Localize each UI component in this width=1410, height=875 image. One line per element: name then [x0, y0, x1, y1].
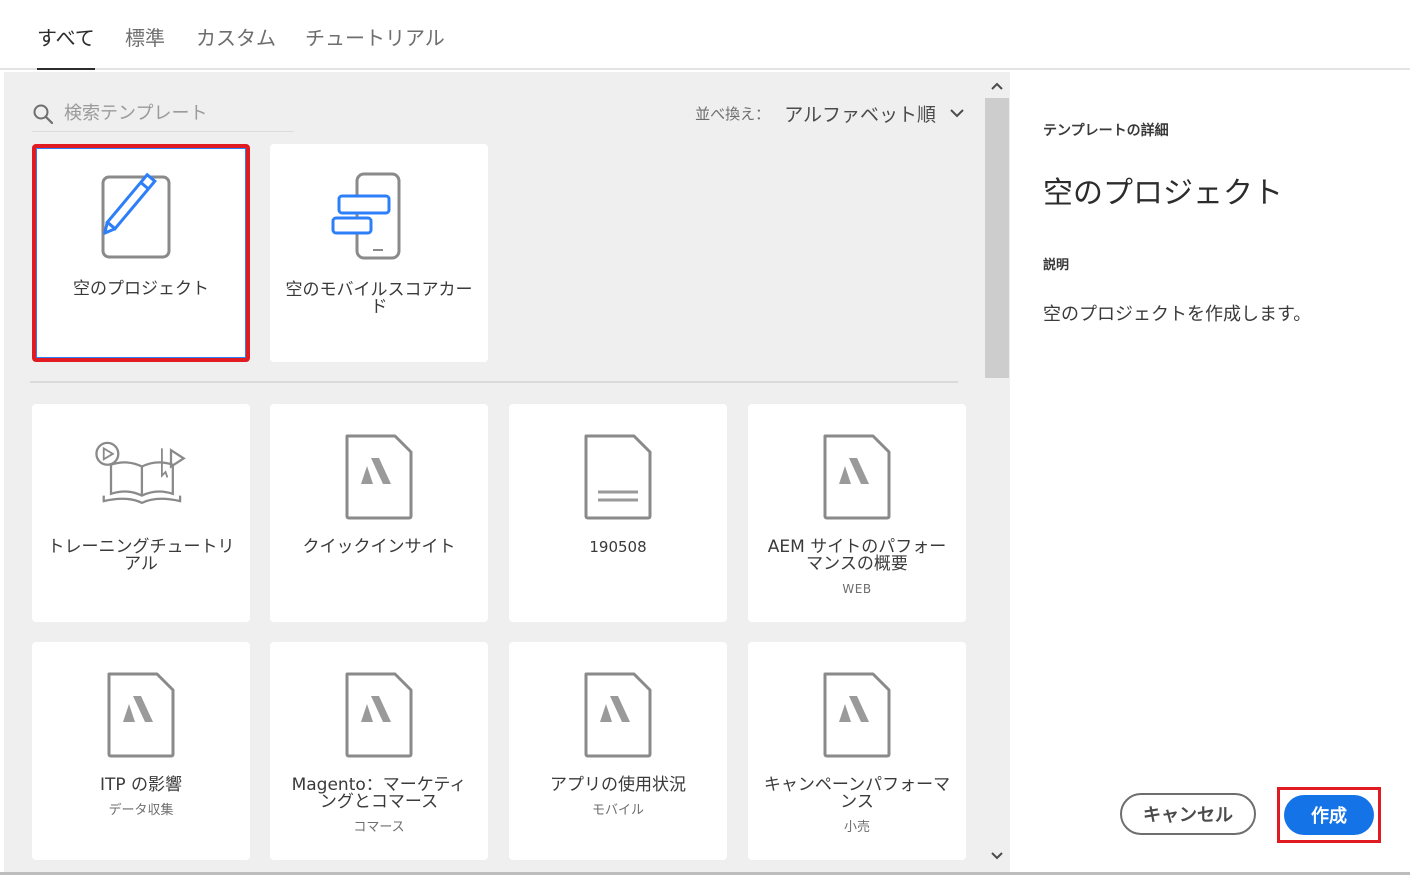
template-card-app-usage[interactable]: アプリの使用状況 モバイル: [509, 642, 727, 860]
card-title: アプリの使用状況 モバイル: [523, 777, 713, 819]
card-title: 空のモバイルスコアカード: [285, 280, 473, 317]
template-gallery: 並べ換え： アルファベット順 空のプロジェクト: [4, 72, 984, 872]
search-icon: [33, 104, 54, 124]
chevron-down-icon[interactable]: [950, 108, 964, 118]
card-title-text: ITP の影響: [99, 775, 183, 795]
search-box: [32, 96, 294, 132]
search-input[interactable]: [64, 103, 284, 124]
template-card-mobile-scorecard[interactable]: 空のモバイルスコアカード: [270, 144, 488, 362]
detail-title: 空のプロジェクト: [1043, 176, 1283, 211]
adobe-doc-icon: [329, 670, 429, 760]
mobile-scorecard-icon: [329, 172, 429, 262]
detail-description-label: 説明: [1043, 258, 1070, 273]
card-title: ITP の影響 データ収集: [46, 777, 236, 819]
template-tabbar: すべて 標準 カスタム チュートリアル: [0, 0, 1410, 70]
template-card-campaign-performance[interactable]: キャンペーンパフォーマンス 小売: [748, 642, 966, 860]
template-card-aem-site-performance[interactable]: AEM サイトのパフォーマンスの概要 WEB: [748, 404, 966, 622]
card-title: Magento：マーケティングとコマース コマース: [284, 777, 474, 836]
card-category: WEB: [842, 582, 872, 596]
card-title: クイックインサイト: [302, 537, 456, 557]
card-title: トレーニングチュートリアル: [47, 537, 235, 574]
create-button-highlight: 作成: [1277, 787, 1381, 843]
detail-description: 空のプロジェクトを作成します。: [1043, 304, 1312, 325]
blank-project-icon: [91, 172, 191, 262]
template-card-quick-insight[interactable]: クイックインサイト: [270, 404, 488, 622]
card-category: 小売: [843, 820, 870, 835]
chevron-up-icon[interactable]: [991, 82, 1003, 90]
chevron-down-icon[interactable]: [991, 852, 1003, 860]
card-title-text: キャンペーンパフォーマンス: [763, 775, 951, 812]
cancel-button[interactable]: キャンセル: [1120, 793, 1256, 835]
create-button[interactable]: 作成: [1284, 795, 1374, 835]
card-title: キャンペーンパフォーマンス 小売: [762, 777, 952, 836]
template-card-blank-project[interactable]: 空のプロジェクト: [32, 144, 250, 362]
adobe-doc-icon: [807, 670, 907, 760]
doc-icon: [568, 432, 668, 522]
card-title-text: AEM サイトのパフォーマンスの概要: [767, 537, 947, 574]
card-title: 190508: [589, 538, 647, 556]
tab-custom[interactable]: カスタム: [196, 22, 276, 70]
scroll-up-arrow[interactable]: [984, 74, 1010, 98]
template-card-190508[interactable]: 190508: [509, 404, 727, 622]
adobe-doc-icon: [329, 432, 429, 522]
section-divider: [30, 381, 958, 383]
card-category: データ収集: [108, 803, 174, 818]
tab-standard[interactable]: 標準: [125, 22, 165, 70]
tab-all[interactable]: すべて: [37, 22, 95, 70]
card-category: コマース: [353, 820, 405, 835]
card-title-text: Magento：マーケティングとコマース: [291, 775, 467, 812]
detail-heading: テンプレートの詳細: [1043, 123, 1169, 139]
scroll-down-arrow[interactable]: [984, 844, 1010, 868]
template-card-training-tutorial[interactable]: トレーニングチュートリアル: [32, 404, 250, 622]
scroll-thumb[interactable]: [985, 98, 1009, 378]
sort-dropdown[interactable]: 並べ換え： アルファベット順: [695, 98, 964, 128]
adobe-doc-icon: [91, 670, 191, 760]
sort-label: 並べ換え：: [695, 104, 771, 123]
card-title: AEM サイトのパフォーマンスの概要 WEB: [762, 539, 952, 598]
gallery-scrollbar[interactable]: [984, 72, 1010, 872]
template-detail-panel: テンプレートの詳細 空のプロジェクト 説明 空のプロジェクトを作成します。 キャ…: [1010, 72, 1410, 872]
template-card-itp-impact[interactable]: ITP の影響 データ収集: [32, 642, 250, 860]
training-book-icon: [91, 432, 191, 522]
card-title: 空のプロジェクト: [73, 279, 209, 299]
card-category: モバイル: [591, 803, 644, 818]
adobe-doc-icon: [568, 670, 668, 760]
card-title-text: アプリの使用状況: [550, 775, 686, 795]
template-card-magento[interactable]: Magento：マーケティングとコマース コマース: [270, 642, 488, 860]
adobe-doc-icon: [807, 432, 907, 522]
tab-tutorial[interactable]: チュートリアル: [305, 22, 445, 70]
sort-value[interactable]: アルファベット順: [784, 100, 936, 127]
